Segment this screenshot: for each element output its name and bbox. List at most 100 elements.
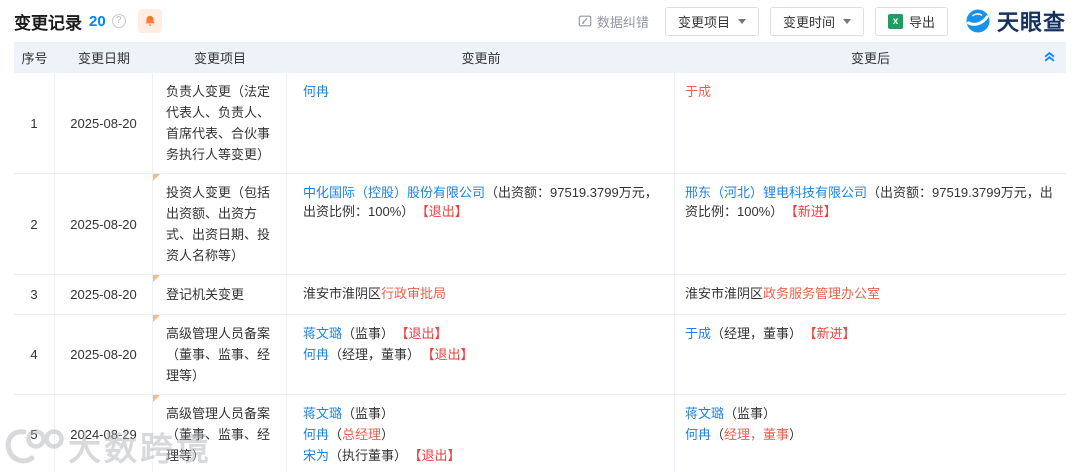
cell-line: 于成（经理，董事） 【新进】 — [685, 323, 1054, 344]
cell-line: 蒋文璐（监事） 【退出】 — [303, 323, 662, 344]
col-header-date: 变更日期 — [77, 51, 130, 66]
changed-text: 政务服务管理办公室 — [763, 286, 881, 301]
change-date: 2025-08-20 — [55, 174, 153, 274]
collapse-icon[interactable] — [1043, 50, 1056, 63]
page-title: 变更记录 — [14, 13, 82, 33]
cell-text: （执行董事） — [329, 448, 408, 463]
change-item: 高级管理人员备案（董事、监事、经理等） — [153, 315, 287, 394]
entity-link[interactable]: 何冉 — [303, 84, 329, 99]
corner-mark-icon — [153, 315, 160, 322]
cell-line: 何冉 — [303, 81, 662, 102]
cell-line: 何冉（经理，董事） — [685, 424, 1054, 445]
entity-link[interactable]: 何冉 — [303, 347, 329, 362]
change-date: 2025-08-20 — [55, 275, 153, 314]
after-cell: 于成（经理，董事） 【新进】 — [675, 315, 1066, 394]
cell-text: ） — [381, 427, 395, 442]
entity-link[interactable]: 何冉 — [685, 427, 711, 442]
after-cell: 于成 — [675, 73, 1066, 173]
filter-time-label: 变更时间 — [782, 14, 835, 30]
cell-line: 蒋文璐（监事） — [303, 403, 662, 424]
col-header-before: 变更前 — [461, 51, 501, 66]
cell-line: 淮安市淮阴区行政审批局 — [303, 283, 662, 304]
before-cell: 淮安市淮阴区行政审批局 — [287, 275, 675, 314]
table-row: 1 2025-08-20 负责人变更（法定代表人、负责人、首席代表、合伙事务执行人等… — [14, 73, 1066, 174]
after-cell: 邢东（河北）锂电科技有限公司（出资额：97519.3799万元，出资比例：100… — [675, 174, 1066, 274]
record-count: 20 — [89, 12, 106, 30]
cell-text: （经理，董事） — [711, 326, 803, 341]
chevron-down-icon — [737, 18, 746, 24]
entity-link[interactable]: 于成 — [685, 326, 711, 341]
changed-text: 总经理 — [342, 427, 382, 442]
before-cell: 中化国际（控股）股份有限公司（出资额：97519.3799万元，出资比例：100… — [287, 174, 675, 274]
table-header-row: 序号 变更日期 变更项目 变更前 变更后 — [14, 42, 1066, 73]
row-number: 3 — [14, 275, 55, 314]
export-label: 导出 — [908, 14, 935, 30]
corner-mark-icon — [153, 395, 160, 402]
entity-link[interactable]: 邢东（河北）锂电科技有限公司 — [685, 185, 867, 200]
change-item-text: 登记机关变更 — [166, 287, 245, 302]
after-cell: 淮安市淮阴区政务服务管理办公室 — [675, 275, 1066, 314]
export-button[interactable]: x 导出 — [874, 6, 948, 36]
cell-text: （经理，董事） — [329, 347, 421, 362]
cell-text: （ — [711, 427, 725, 442]
change-marker: 【新进】 — [810, 326, 856, 341]
change-item-text: 负责人变更（法定代表人、负责人、首席代表、合伙事务执行人等变更） — [166, 84, 271, 162]
filter-project-dropdown[interactable]: 变更项目 — [664, 6, 759, 36]
change-date: 2025-08-20 — [55, 73, 153, 173]
entity-link[interactable]: 蒋文璐 — [685, 406, 724, 421]
help-icon[interactable]: ? — [111, 14, 126, 28]
cell-line: 蒋文璐（监事） — [685, 403, 1054, 424]
bell-icon[interactable] — [137, 9, 162, 33]
before-cell: 何冉 — [287, 73, 675, 173]
change-item: 登记机关变更 — [153, 275, 287, 314]
change-item: 高级管理人员备案（董事、监事、经理等） — [153, 395, 287, 472]
change-date: 2024-08-29 — [55, 395, 153, 472]
filter-time-dropdown[interactable]: 变更时间 — [769, 6, 864, 36]
cell-line: 何冉（经理，董事） 【退出】 — [303, 344, 662, 365]
entity-link[interactable]: 宋为 — [303, 448, 329, 463]
cell-line: 宋为（执行董事） 【退出】 — [303, 445, 662, 466]
cell-line: 中化国际（控股）股份有限公司（出资额：97519.3799万元，出资比例：100… — [303, 182, 662, 222]
table-body: 1 2025-08-20 负责人变更（法定代表人、负责人、首席代表、合伙事务执行人等… — [14, 73, 1066, 472]
change-marker: 【退出】 — [422, 204, 468, 219]
change-marker: 【退出】 — [428, 347, 474, 362]
change-marker: 【退出】 — [415, 448, 461, 463]
changed-text: 经理，董事 — [724, 427, 790, 442]
cell-text: 淮安市淮阴区 — [303, 286, 382, 301]
change-item-text: 投资人变更（包括出资额、出资方式、出资日期、投资人名称等） — [166, 185, 271, 263]
filter-project-label: 变更项目 — [677, 14, 730, 30]
col-header-after: 变更后 — [850, 51, 890, 66]
cell-text: 淮安市淮阴区 — [685, 286, 764, 301]
data-correction-label: 数据纠错 — [596, 14, 649, 30]
col-header-item: 变更项目 — [193, 51, 246, 66]
col-header-no: 序号 — [21, 51, 48, 66]
correction-icon — [578, 15, 592, 27]
entity-link[interactable]: 蒋文璐 — [303, 326, 342, 341]
brand-name: 天眼查 — [996, 10, 1066, 35]
row-number: 2 — [14, 174, 55, 274]
entity-link[interactable]: 蒋文璐 — [303, 406, 342, 421]
cell-line: 淮安市淮阴区政务服务管理办公室 — [685, 283, 1054, 304]
change-marker: 【退出】 — [402, 326, 448, 341]
cell-line: 邢东（河北）锂电科技有限公司（出资额：97519.3799万元，出资比例：100… — [685, 182, 1054, 222]
row-number: 5 — [14, 395, 55, 472]
change-item-text: 高级管理人员备案（董事、监事、经理等） — [166, 406, 271, 463]
entity-link[interactable]: 何冉 — [303, 427, 329, 442]
changed-text: 于成 — [685, 84, 712, 99]
row-number: 4 — [14, 315, 55, 394]
cell-text: （ — [329, 427, 343, 442]
entity-link[interactable]: 中化国际（控股）股份有限公司 — [303, 185, 485, 200]
before-cell: 蒋文璐（监事） 【退出】何冉（经理，董事） 【退出】 — [287, 315, 675, 394]
section-header: 变更记录 20 ? 数据纠错 变更项目 变更时间 x 导出 天眼查 — [0, 0, 1080, 42]
chevron-down-icon — [842, 18, 851, 24]
cell-line: 于成 — [685, 81, 1054, 102]
change-item: 负责人变更（法定代表人、负责人、首席代表、合伙事务执行人等变更） — [153, 73, 287, 173]
changed-text: 行政审批局 — [381, 286, 447, 301]
cell-text: （监事） — [724, 406, 777, 421]
change-date: 2025-08-20 — [55, 315, 153, 394]
change-records-table: 序号 变更日期 变更项目 变更前 变更后 1 2025-08-20 负责人变更（法定… — [14, 42, 1066, 472]
before-cell: 蒋文璐（监事） 何冉（总经理） 宋为（执行董事） 【退出】 — [287, 395, 675, 472]
change-item: 投资人变更（包括出资额、出资方式、出资日期、投资人名称等） — [153, 174, 287, 274]
after-cell: 蒋文璐（监事） 何冉（经理，董事） — [675, 395, 1066, 472]
data-correction-button[interactable]: 数据纠错 — [578, 12, 649, 31]
